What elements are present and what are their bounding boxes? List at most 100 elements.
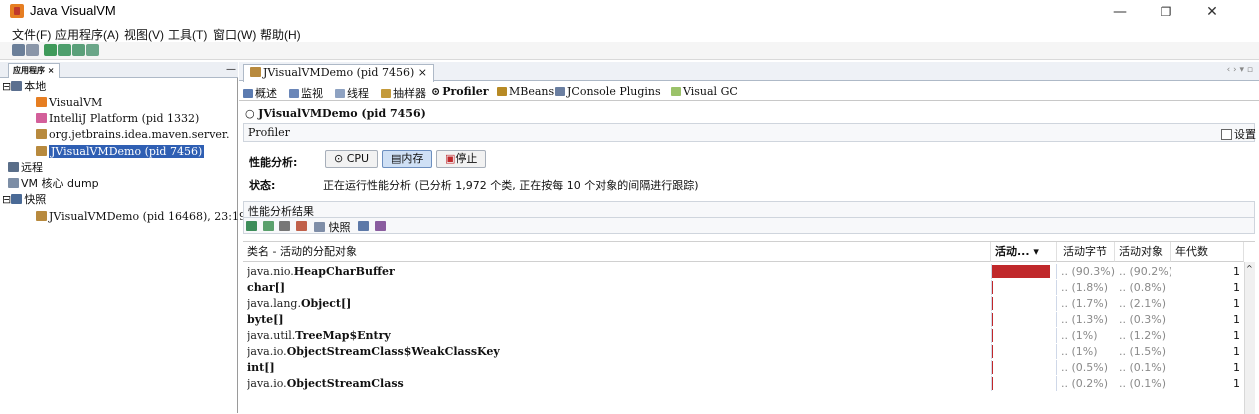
java-app-icon [36, 129, 47, 139]
menu-window[interactable]: 窗口(W) [213, 24, 256, 43]
tab-visual-gc[interactable]: Visual GC [671, 85, 738, 98]
menu-view[interactable]: 视图(V) [124, 24, 164, 43]
heap-dump-icon[interactable] [72, 44, 85, 56]
class-name-cell: java.lang.Object[] [247, 296, 351, 311]
table-row[interactable]: java.io.ObjectStreamClass$WeakClassKey..… [243, 344, 1243, 359]
applications-tab[interactable]: 应用程序 × [8, 63, 60, 78]
table-row[interactable]: java.lang.Object[] .. (1.7%) .. (2.1%) 1 [243, 296, 1243, 311]
add-jmx-icon[interactable] [44, 44, 57, 56]
tab-threads[interactable]: 线程 [335, 85, 369, 101]
live-objects-cell: .. (90.2%) [1119, 264, 1171, 279]
profiler-icon: ○ [245, 107, 259, 120]
column-header-name[interactable]: 类名 - 活动的分配对象 [243, 242, 991, 262]
table-row[interactable]: java.nio.HeapCharBuffer .. (90.3%).. (90.… [243, 264, 1243, 279]
tree-node-local[interactable]: ⊟ 本地 [2, 79, 46, 94]
menu-file[interactable]: 文件(F) [12, 24, 51, 43]
table-row[interactable]: java.util.TreeMap$Entry .. (1%) .. (1.2%) 1 [243, 328, 1243, 343]
cpu-icon: ⊙ [334, 152, 347, 165]
package-name: java.util. [247, 329, 296, 342]
live-bar [992, 297, 993, 310]
open-icon[interactable] [12, 44, 25, 56]
gc-icon[interactable] [295, 221, 307, 231]
live-bar-cell [991, 360, 1057, 375]
tab-overview[interactable]: 概述 [243, 85, 277, 101]
scroll-up-icon[interactable]: ^ [1246, 264, 1253, 273]
memory-label: 内存 [401, 152, 424, 165]
minimize-panel-button[interactable]: — [226, 64, 236, 75]
export-icon[interactable] [358, 221, 369, 231]
checkbox-icon[interactable] [1221, 129, 1232, 140]
delete-icon[interactable] [279, 221, 290, 231]
save-image-icon[interactable] [374, 221, 386, 231]
live-bytes-cell: .. (1.3%) [1061, 313, 1109, 326]
stop-button[interactable]: ▣停止 [436, 150, 487, 168]
restore-button[interactable]: ❐ [1143, 0, 1189, 23]
menu-application[interactable]: 应用程序(A) [55, 24, 119, 43]
tab-profiler[interactable]: ⊙ Profiler [431, 85, 489, 98]
snapshot-button[interactable]: 快照 [314, 219, 351, 235]
live-bar [992, 313, 993, 326]
minimize-button[interactable]: — [1097, 0, 1143, 23]
profiler-header: Profiler 设置 [243, 123, 1256, 142]
tree-node-remote[interactable]: 远程 [8, 160, 43, 175]
table-row[interactable]: char[] .. (1.8%) .. (0.8%) 1 [243, 280, 1243, 295]
tree-label: 快照 [24, 193, 47, 206]
generations-cell: 1 [1233, 345, 1240, 358]
update-results-icon[interactable] [246, 221, 257, 231]
tree-node-vm-coredump[interactable]: VM 核心 dump [8, 176, 99, 191]
column-header-live-bytes[interactable]: 活动字节 [1057, 242, 1115, 262]
tree-label: VisualVM [49, 96, 103, 109]
live-objects-value: (1.5%) [1129, 345, 1167, 358]
cpu-button[interactable]: ⊙ CPU [325, 150, 379, 168]
menu-help[interactable]: 帮助(H) [260, 24, 301, 43]
tab-nav-controls[interactable]: ‹ › ▾ ▫ [1227, 65, 1253, 75]
java-app-icon [36, 146, 47, 156]
tree-label: 本地 [24, 80, 47, 93]
column-header-live[interactable]: 活动... ▾ [991, 242, 1057, 262]
column-header-live-objects[interactable]: 活动对象 [1115, 242, 1171, 262]
column-header-generations[interactable]: 年代数 [1171, 242, 1244, 262]
collapse-icon[interactable]: ⊟ [2, 80, 11, 93]
live-bar-cell [991, 312, 1057, 327]
java-app-icon [10, 4, 24, 18]
tab-label: 线程 [347, 87, 369, 100]
live-objects-value: (0.8%) [1129, 281, 1167, 294]
tree-node-maven-server[interactable]: org.jetbrains.idea.maven.server. [36, 127, 229, 142]
snapshot-icon[interactable] [86, 44, 99, 56]
tab-jconsole-plugins[interactable]: JConsole Plugins [555, 85, 661, 98]
class-name: ObjectStreamClass [286, 377, 404, 390]
table-row[interactable]: int[] .. (0.5%) .. (0.1%) 1 [243, 360, 1243, 375]
intellij-icon [36, 113, 47, 123]
tree-node-visualvm[interactable]: VisualVM [36, 95, 102, 110]
tree-node-jvisualvmdemo[interactable]: JVisualVMDemo (pid 7456) [36, 144, 205, 159]
class-name-cell: byte[] [247, 312, 284, 327]
tab-mbeans[interactable]: MBeans [497, 85, 554, 98]
class-name-cell: int[] [247, 360, 275, 375]
tab-monitor[interactable]: 监视 [289, 85, 323, 101]
live-objects-cell: .. (0.3%) [1119, 313, 1167, 326]
memory-icon: ▤ [391, 152, 402, 165]
table-row[interactable]: byte[] .. (1.3%) .. (0.3%) 1 [243, 312, 1243, 327]
close-button[interactable]: ✕ [1189, 0, 1235, 23]
add-host-icon[interactable] [58, 44, 71, 56]
settings-checkbox[interactable]: 设置 [1221, 126, 1256, 142]
live-objects-cell: .. (0.1%) [1119, 377, 1167, 390]
memory-button[interactable]: ▤内存 [382, 150, 433, 168]
table-scrollbar[interactable]: ^ [1244, 262, 1255, 414]
collapse-icon[interactable]: ⊟ [2, 193, 11, 206]
remote-icon [8, 162, 19, 172]
document-tab-jvisualvmdemo[interactable]: JVisualVMDemo (pid 7456) × [243, 64, 434, 82]
results-toolbar: 快照 [243, 217, 1255, 234]
refresh-icon[interactable] [262, 221, 274, 231]
save-icon[interactable] [26, 44, 39, 56]
tree-node-snapshots[interactable]: ⊟ 快照 [2, 192, 46, 207]
snapshot-icon [11, 194, 23, 204]
tree-node-intellij[interactable]: IntelliJ Platform (pid 1332) [36, 111, 199, 126]
class-name-cell: java.nio.HeapCharBuffer [247, 264, 395, 279]
tab-sampler[interactable]: 抽样器 [381, 85, 426, 101]
coredump-icon [8, 178, 19, 188]
visualvm-icon [36, 97, 47, 107]
menu-tools[interactable]: 工具(T) [168, 24, 207, 43]
table-row[interactable]: java.io.ObjectStreamClass .. (0.2%) .. (0.… [243, 376, 1243, 391]
tree-node-snapshot-demo[interactable]: JVisualVMDemo (pid 16468), 23:19 [36, 209, 246, 224]
